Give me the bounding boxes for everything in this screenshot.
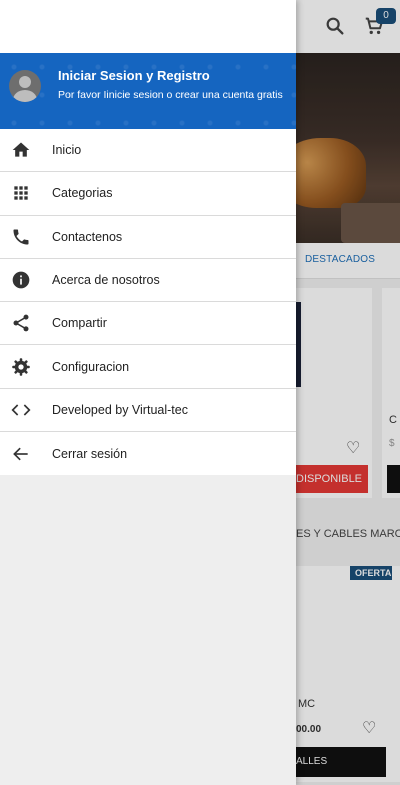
menu-item-label: Cerrar sesión (52, 446, 128, 461)
menu-item-label: Inicio (52, 143, 82, 158)
drawer-menu: Inicio Categorias Contactenos Acerca de … (0, 129, 296, 476)
menu-item-label: Contactenos (52, 229, 123, 244)
gear-icon (11, 357, 31, 377)
drawer-scrim[interactable] (296, 0, 400, 785)
menu-item-label: Compartir (52, 316, 107, 331)
grid-icon (11, 183, 31, 203)
info-icon (11, 270, 31, 290)
home-icon (11, 140, 31, 160)
navigation-drawer: Iniciar Sesion y Registro Por favor Iini… (0, 0, 296, 785)
menu-item-configuracion[interactable]: Configuracion (0, 345, 296, 389)
menu-item-cerrar-sesion[interactable]: Cerrar sesión (0, 432, 296, 475)
avatar-head (19, 76, 31, 88)
menu-item-inicio[interactable]: Inicio (0, 129, 296, 173)
arrow-back-icon (11, 444, 31, 464)
menu-item-contactenos[interactable]: Contactenos (0, 216, 296, 259)
menu-item-developed-by[interactable]: Developed by Virtual-tec (0, 389, 296, 433)
menu-item-label: Acerca de nosotros (52, 273, 160, 288)
phone-icon (11, 227, 31, 247)
menu-item-label: Configuracion (52, 359, 130, 374)
drawer-header[interactable]: Iniciar Sesion y Registro Por favor Iini… (0, 53, 296, 129)
menu-item-categorias[interactable]: Categorias (0, 172, 296, 216)
login-register-title[interactable]: Iniciar Sesion y Registro (58, 68, 210, 83)
menu-item-label: Developed by Virtual-tec (52, 402, 188, 417)
avatar-body (13, 90, 37, 102)
menu-item-acerca[interactable]: Acerca de nosotros (0, 259, 296, 303)
menu-item-compartir[interactable]: Compartir (0, 302, 296, 346)
code-icon (11, 400, 31, 420)
avatar (9, 70, 41, 102)
drawer-top-spacer (0, 0, 296, 53)
menu-item-label: Categorias (52, 186, 113, 201)
share-icon (11, 313, 31, 333)
login-register-subtitle: Por favor Iinicie sesion o crear una cue… (58, 89, 283, 101)
